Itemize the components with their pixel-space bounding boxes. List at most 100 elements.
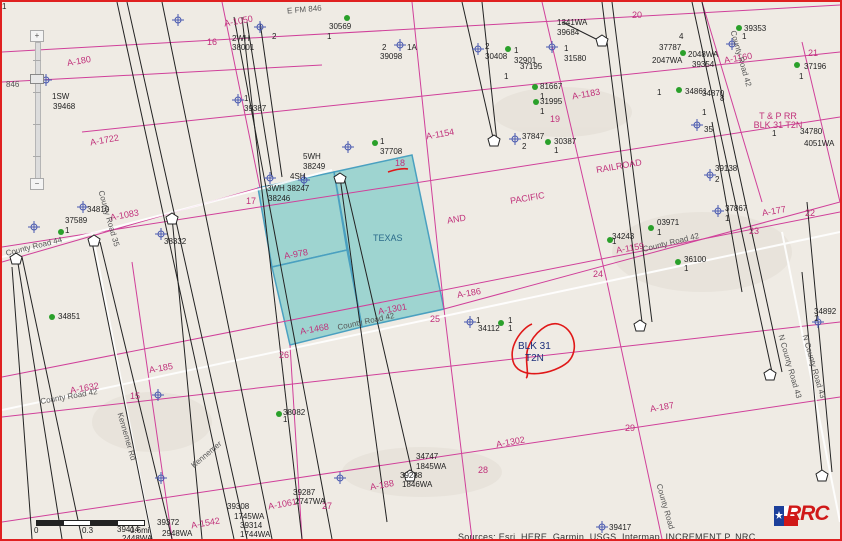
- well-label: 2WH: [232, 34, 250, 43]
- well-label: 39288: [400, 471, 423, 480]
- well-label: 1: [65, 226, 70, 235]
- pentagon-marker[interactable]: [165, 212, 179, 225]
- section-number: 25: [430, 314, 441, 324]
- well-label: 1: [283, 415, 288, 424]
- well-label: 34851: [58, 312, 81, 321]
- well-label: 2: [522, 142, 527, 151]
- well-label: 2047WA: [652, 56, 683, 65]
- well-label: 39684: [557, 28, 580, 37]
- well-label: 4: [679, 32, 684, 41]
- well-label: 37195: [520, 62, 543, 71]
- logo-text: RRC: [786, 502, 829, 525]
- pentagon-marker[interactable]: [633, 319, 647, 332]
- well-label: 1: [657, 228, 662, 237]
- well-label: 2: [485, 42, 490, 51]
- section-number: 23: [749, 226, 760, 236]
- attribution-text: Sources: Esri, HERE, Garmin, USGS, Inter…: [458, 532, 764, 541]
- well-label: 4051WA: [804, 139, 835, 148]
- section-number: 22: [805, 208, 816, 218]
- well-label: 2948WA: [162, 529, 193, 538]
- well-label: 38001: [232, 43, 255, 52]
- well-dot: [675, 259, 681, 265]
- section-number: 20: [632, 10, 643, 20]
- well-label: 37847: [522, 132, 545, 141]
- well-label: 1: [564, 44, 569, 53]
- well-symbol: [464, 316, 476, 328]
- well-label: 38332: [164, 237, 187, 246]
- well-symbol: [394, 39, 406, 51]
- well-label: 2048WA: [688, 50, 719, 59]
- well-label: 1: [540, 107, 545, 116]
- zoom-out-button[interactable]: −: [30, 178, 44, 190]
- well-label: 1: [702, 108, 707, 117]
- well-symbol: [509, 133, 521, 145]
- well-symbol: [264, 172, 276, 184]
- section-number: 16: [207, 37, 218, 47]
- well-label: 39353: [744, 24, 767, 33]
- well-label: 1: [684, 264, 689, 273]
- well-label: 39314: [240, 521, 263, 530]
- well-symbol: [28, 221, 40, 233]
- well-label: 37787: [659, 43, 682, 52]
- well-label: 1: [612, 237, 617, 246]
- well-label: 39138: [715, 164, 738, 173]
- well-label: 1745WA: [234, 512, 265, 521]
- well-label: 2747WA: [295, 497, 326, 506]
- well-label: 4SH: [290, 172, 306, 181]
- well-label: 1: [814, 314, 819, 323]
- well-dot: [372, 140, 378, 146]
- well-label: 39468: [53, 102, 76, 111]
- pentagon-marker[interactable]: [815, 469, 829, 482]
- well-label: 37867: [725, 204, 748, 213]
- well-symbol: [155, 472, 167, 484]
- railroad-label: TEXAS: [373, 233, 403, 243]
- railroad-label: T & P RR BLK 31 T2N: [753, 111, 803, 130]
- well-label: 81667: [540, 82, 563, 91]
- section-number: 24: [593, 269, 604, 279]
- well-label: 34780: [800, 127, 823, 136]
- well-symbol: [691, 119, 703, 131]
- well-label: 37708: [380, 147, 403, 156]
- well-label: 1845WA: [416, 462, 447, 471]
- pentagon-marker[interactable]: [487, 134, 501, 147]
- annotation-text-1: BLK 31: [518, 341, 551, 352]
- road-label: 846: [6, 80, 20, 89]
- well-symbol: [172, 14, 184, 26]
- well-label: 2: [715, 175, 720, 184]
- well-label: 3WH 38247: [267, 184, 310, 193]
- pentagon-marker[interactable]: [763, 368, 777, 381]
- well-dot: [533, 99, 539, 105]
- zoom-slider-thumb[interactable]: [30, 74, 44, 84]
- well-label: 1: [504, 72, 509, 81]
- well-label: 30569: [329, 22, 352, 31]
- well-symbol: [232, 94, 244, 106]
- well-label: 1A: [407, 43, 417, 52]
- annotation-text-2: T2N: [525, 353, 544, 364]
- scale-bar: 0 0.3 0.6mi: [34, 520, 166, 538]
- scale-label-2: 0.6mi: [130, 526, 150, 535]
- well-label: 1: [799, 72, 804, 81]
- zoom-slider-track[interactable]: [35, 42, 41, 180]
- scale-label-0: 0: [34, 526, 39, 535]
- well-label: 39354: [692, 60, 715, 69]
- zoom-in-button[interactable]: +: [30, 30, 44, 42]
- well-label: 31995: [540, 97, 563, 106]
- well-label: 1: [554, 146, 559, 155]
- zoom-control[interactable]: + −: [30, 30, 44, 190]
- well-symbol: [546, 41, 558, 53]
- well-label: 34747: [416, 452, 439, 461]
- well-label: 39417: [609, 523, 632, 532]
- well-label: 8: [720, 94, 725, 103]
- well-label: 1: [742, 32, 747, 41]
- well-label: 1: [380, 137, 385, 146]
- well-label: 1744WA: [240, 530, 271, 539]
- well-label: 03971: [657, 218, 680, 227]
- well-dot: [344, 15, 350, 21]
- well-label: 36100: [684, 255, 707, 264]
- well-label: 38246: [268, 194, 291, 203]
- well-label: 30387: [554, 137, 577, 146]
- well-label: 31580: [564, 54, 587, 63]
- well-dot: [676, 87, 682, 93]
- well-dot: [532, 84, 538, 90]
- well-label: 1SW: [52, 92, 70, 101]
